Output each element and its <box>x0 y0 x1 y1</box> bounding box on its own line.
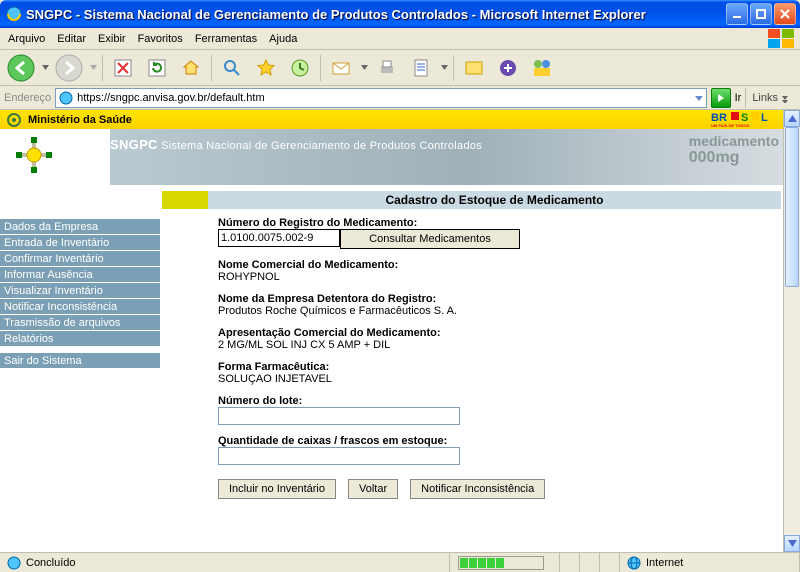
messenger-button[interactable] <box>526 52 558 84</box>
scroll-thumb[interactable] <box>785 127 799 287</box>
back-button[interactable] <box>4 51 38 85</box>
back-dropdown[interactable] <box>40 65 50 70</box>
sidebar-item-notificar-inconsistencia[interactable]: Notificar Inconsistência <box>0 299 160 315</box>
done-icon <box>6 555 22 571</box>
scroll-up-button[interactable] <box>784 110 800 127</box>
search-button[interactable] <box>216 52 248 84</box>
incluir-button[interactable]: Incluir no Inventário <box>218 479 336 499</box>
banner-watermark: medicamento 000mg <box>689 133 779 167</box>
sidebar-item-transmissao-arquivos[interactable]: Trasmissão de arquivos <box>0 315 160 331</box>
edit-button[interactable] <box>405 52 437 84</box>
nome-comercial-value: ROHYPNOL <box>218 271 280 283</box>
consultar-button[interactable]: Consultar Medicamentos <box>340 229 520 249</box>
sidebar-item-entrada-inventario[interactable]: Entrada de Inventário <box>0 235 160 251</box>
window-title: SNGPC - Sistema Nacional de Gerenciament… <box>26 7 726 22</box>
status-bar: Concluído Internet <box>0 552 800 572</box>
lote-input[interactable] <box>218 407 460 425</box>
menu-exibir[interactable]: Exibir <box>98 33 126 45</box>
history-button[interactable] <box>284 52 316 84</box>
internet-zone-icon <box>626 555 642 571</box>
maximize-button[interactable] <box>750 3 772 25</box>
discuss-button[interactable] <box>458 52 490 84</box>
quantidade-label: Quantidade de caixas / frascos em estoqu… <box>218 435 781 447</box>
url-dropdown-icon[interactable] <box>692 91 706 105</box>
svg-text:L: L <box>761 112 768 124</box>
ministry-text: Ministério da Saúde <box>28 114 132 126</box>
banner: SNGPC Sistema Nacional de Gerenciamento … <box>0 129 783 185</box>
url-input[interactable] <box>77 92 688 104</box>
stop-button[interactable] <box>107 52 139 84</box>
apresentacao-value: 2 MG/ML SOL INJ CX 5 AMP + DIL <box>218 339 390 351</box>
menu-ajuda[interactable]: Ajuda <box>269 33 297 45</box>
sidebar: Dados da Empresa Entrada de Inventário C… <box>0 185 160 499</box>
menu-editar[interactable]: Editar <box>57 33 86 45</box>
gear-icon <box>6 112 22 128</box>
status-text: Concluído <box>26 557 76 569</box>
forward-button[interactable] <box>52 51 86 85</box>
go-button[interactable] <box>711 88 731 108</box>
print-button[interactable] <box>371 52 403 84</box>
sidebar-item-relatorios[interactable]: Relatórios <box>0 331 160 347</box>
minimize-button[interactable] <box>726 3 748 25</box>
registro-label: Número do Registro do Medicamento: <box>218 217 781 229</box>
forward-dropdown[interactable] <box>88 65 98 70</box>
page-content: Ministério da Saúde BRSLUM PAÍS DE TODOS… <box>0 110 783 552</box>
scroll-down-button[interactable] <box>784 535 800 552</box>
forma-value: SOLUÇAO INJETAVEL <box>218 373 332 385</box>
windows-flag-icon <box>768 29 796 49</box>
window-titlebar: SNGPC - Sistema Nacional de Gerenciament… <box>0 0 800 28</box>
menu-arquivo[interactable]: Arquivo <box>8 33 45 45</box>
lote-label: Número do lote: <box>218 395 781 407</box>
page-title: Cadastro do Estoque de Medicamento <box>208 191 781 209</box>
empresa-label: Nome da Empresa Detentora do Registro: <box>218 293 781 305</box>
ie-icon <box>6 6 22 22</box>
ministry-bar: Ministério da Saúde BRSLUM PAÍS DE TODOS <box>0 110 783 129</box>
close-button[interactable] <box>774 3 796 25</box>
zone-text: Internet <box>646 557 683 569</box>
brasil-logo-icon: BRSLUM PAÍS DE TODOS <box>711 110 781 128</box>
toolbar <box>0 50 800 86</box>
main-panel: Cadastro do Estoque de Medicamento Númer… <box>160 185 783 499</box>
heading-accent <box>162 191 208 209</box>
sidebar-item-sair[interactable]: Sair do Sistema <box>0 353 160 369</box>
url-box[interactable] <box>55 88 706 108</box>
sidebar-item-dados-empresa[interactable]: Dados da Empresa <box>0 219 160 235</box>
sidebar-item-confirmar-inventario[interactable]: Confirmar Inventário <box>0 251 160 267</box>
mail-button[interactable] <box>325 52 357 84</box>
menubar: Arquivo Editar Exibir Favoritos Ferramen… <box>0 28 800 50</box>
page-icon <box>58 90 74 106</box>
logo-art <box>0 129 110 185</box>
progress-bar <box>458 556 544 570</box>
refresh-button[interactable] <box>141 52 173 84</box>
quantidade-input[interactable] <box>218 447 460 465</box>
mail-dropdown[interactable] <box>359 65 369 70</box>
nome-comercial-label: Nome Comercial do Medicamento: <box>218 259 781 271</box>
scroll-track[interactable] <box>784 127 800 535</box>
research-button[interactable] <box>492 52 524 84</box>
home-button[interactable] <box>175 52 207 84</box>
vertical-scrollbar[interactable] <box>783 110 800 552</box>
apresentacao-label: Apresentação Comercial do Medicamento: <box>218 327 781 339</box>
edit-dropdown[interactable] <box>439 65 449 70</box>
menu-ferramentas[interactable]: Ferramentas <box>195 33 257 45</box>
forma-label: Forma Farmacêutica: <box>218 361 781 373</box>
menu-favoritos[interactable]: Favoritos <box>138 33 183 45</box>
empresa-value: Produtos Roche Químicos e Farmacêuticos … <box>218 305 457 317</box>
favorites-button[interactable] <box>250 52 282 84</box>
address-bar: Endereço Ir Links <box>0 86 800 110</box>
voltar-button[interactable]: Voltar <box>348 479 398 499</box>
notificar-button[interactable]: Notificar Inconsistência <box>410 479 545 499</box>
banner-title: SNGPC Sistema Nacional de Gerenciamento … <box>110 137 482 152</box>
sidebar-item-visualizar-inventario[interactable]: Visualizar Inventário <box>0 283 160 299</box>
links-toolbar[interactable]: Links <box>745 88 796 108</box>
sidebar-item-informar-ausencia[interactable]: Informar Ausência <box>0 267 160 283</box>
go-label: Ir <box>735 92 742 104</box>
address-label: Endereço <box>4 92 51 104</box>
svg-text:UM PAÍS DE TODOS: UM PAÍS DE TODOS <box>711 123 750 128</box>
registro-input[interactable] <box>218 229 340 247</box>
